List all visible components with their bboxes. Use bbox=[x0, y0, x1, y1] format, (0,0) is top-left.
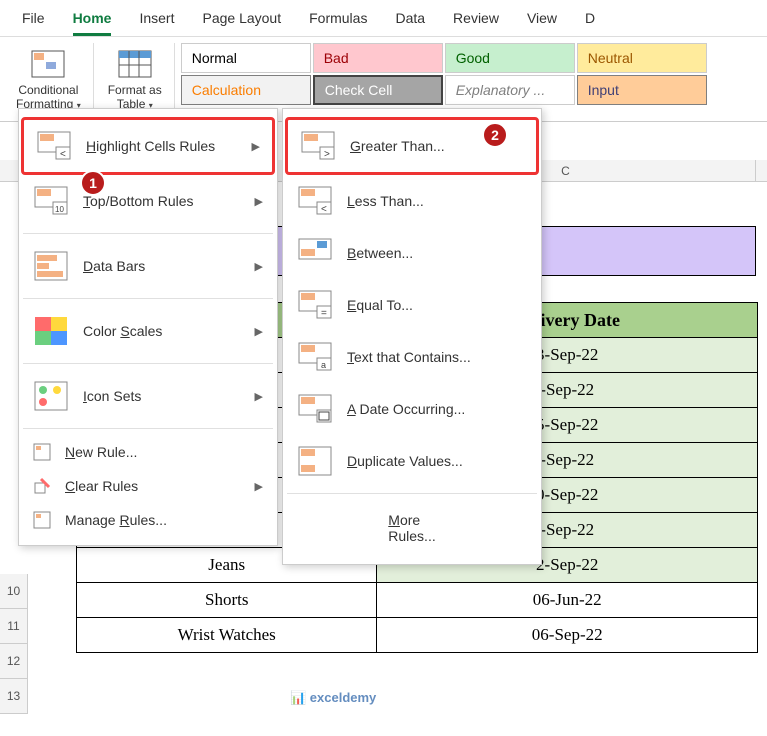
row-header[interactable]: 11 bbox=[0, 609, 28, 644]
cell[interactable]: Shorts bbox=[77, 583, 377, 618]
submenu-arrow-icon: ▶ bbox=[255, 195, 263, 208]
style-normal[interactable]: Normal bbox=[181, 43, 311, 73]
callout-1: 1 bbox=[80, 170, 106, 196]
style-good[interactable]: Good bbox=[445, 43, 575, 73]
tab-data[interactable]: Data bbox=[381, 4, 439, 32]
tab-view[interactable]: View bbox=[513, 4, 571, 32]
submenu-arrow-icon: ▶ bbox=[255, 260, 263, 273]
style-bad[interactable]: Bad bbox=[313, 43, 443, 73]
svg-text:<: < bbox=[60, 149, 66, 160]
menu-duplicate-values[interactable]: Duplicate Values... bbox=[285, 435, 539, 487]
color-scales-icon bbox=[33, 315, 69, 347]
menu-label: Duplicate Values... bbox=[347, 453, 527, 469]
highlight-cells-icon: < bbox=[36, 130, 72, 162]
menubar: File Home Insert Page Layout Formulas Da… bbox=[0, 0, 767, 37]
menu-less-than[interactable]: < Less Than... bbox=[285, 175, 539, 227]
format-as-table-icon bbox=[115, 47, 155, 81]
submenu-arrow-icon: ▶ bbox=[252, 140, 260, 153]
menu-icon-sets[interactable]: Icon Sets ▶ bbox=[21, 370, 275, 422]
top-bottom-icon: 10 bbox=[33, 185, 69, 217]
icon-sets-icon bbox=[33, 380, 69, 412]
conditional-formatting-icon bbox=[28, 47, 68, 81]
tab-review[interactable]: Review bbox=[439, 4, 513, 32]
clear-rules-icon bbox=[33, 477, 51, 495]
less-than-icon: < bbox=[297, 185, 333, 217]
cf-label: ConditionalFormatting ▾ bbox=[16, 83, 81, 111]
style-calculation[interactable]: Calculation bbox=[181, 75, 311, 105]
menu-label: Text that Contains... bbox=[347, 349, 527, 365]
tab-file[interactable]: File bbox=[8, 4, 59, 32]
duplicate-values-icon bbox=[297, 445, 333, 477]
cell[interactable]: 06-Jun-22 bbox=[377, 583, 758, 618]
menu-label: Top/Bottom Rules bbox=[83, 193, 241, 209]
menu-label: Data Bars bbox=[83, 258, 241, 274]
row-header[interactable]: 12 bbox=[0, 644, 28, 679]
menu-label: Icon Sets bbox=[83, 388, 241, 404]
greater-than-icon: > bbox=[300, 130, 336, 162]
menu-color-scales[interactable]: Color Scales ▶ bbox=[21, 305, 275, 357]
cell-styles-gallery[interactable]: Normal Bad Good Neutral Calculation Chec… bbox=[181, 43, 707, 105]
menu-clear-rules[interactable]: Clear Rules ▶ bbox=[21, 469, 275, 503]
menu-label: Less Than... bbox=[347, 193, 527, 209]
tab-page-layout[interactable]: Page Layout bbox=[188, 4, 295, 32]
menu-new-rule[interactable]: New Rule... bbox=[21, 435, 275, 469]
row-header[interactable]: 13 bbox=[0, 679, 28, 714]
menu-between[interactable]: Between... bbox=[285, 227, 539, 279]
text-contains-icon: a bbox=[297, 341, 333, 373]
manage-rules-icon bbox=[33, 511, 51, 529]
row-headers: 10 11 12 13 bbox=[0, 574, 28, 714]
submenu-arrow-icon: ▶ bbox=[255, 390, 263, 403]
menu-label: A Date Occurring... bbox=[347, 401, 527, 417]
svg-text:=: = bbox=[321, 308, 327, 319]
cell[interactable]: 06-Sep-22 bbox=[377, 618, 758, 653]
highlight-cells-submenu: > Greater Than... < Less Than... Between… bbox=[282, 108, 542, 565]
menu-label: Clear Rules bbox=[65, 478, 241, 494]
menu-label: Color Scales bbox=[83, 323, 241, 339]
menu-equal-to[interactable]: = Equal To... bbox=[285, 279, 539, 331]
menu-label: More Rules... bbox=[388, 512, 435, 544]
watermark: 📊 exceldemy bbox=[290, 690, 376, 706]
style-check-cell[interactable]: Check Cell bbox=[313, 75, 443, 105]
menu-label: Manage Rules... bbox=[65, 512, 263, 528]
conditional-formatting-menu: < Highlight Cells Rules ▶ 10 Top/Bottom … bbox=[18, 108, 278, 546]
callout-2: 2 bbox=[482, 122, 508, 148]
style-explanatory[interactable]: Explanatory ... bbox=[445, 75, 575, 105]
svg-text:a: a bbox=[321, 360, 326, 370]
style-input[interactable]: Input bbox=[577, 75, 707, 105]
style-neutral[interactable]: Neutral bbox=[577, 43, 707, 73]
menu-data-bars[interactable]: Data Bars ▶ bbox=[21, 240, 275, 292]
svg-text:>: > bbox=[324, 149, 330, 160]
svg-text:10: 10 bbox=[55, 205, 64, 214]
fat-label: Format asTable ▾ bbox=[108, 83, 162, 111]
format-as-table-button[interactable]: Format asTable ▾ bbox=[106, 45, 164, 113]
menu-label: Highlight Cells Rules bbox=[86, 138, 238, 154]
data-bars-icon bbox=[33, 250, 69, 282]
menu-label: Equal To... bbox=[347, 297, 527, 313]
menu-highlight-cells-rules[interactable]: < Highlight Cells Rules ▶ bbox=[21, 117, 275, 175]
menu-date-occurring[interactable]: A Date Occurring... bbox=[285, 383, 539, 435]
tab-home[interactable]: Home bbox=[59, 4, 126, 32]
menu-more-rules[interactable]: More Rules... bbox=[285, 500, 539, 556]
menu-text-contains[interactable]: a Text that Contains... bbox=[285, 331, 539, 383]
conditional-formatting-button[interactable]: ConditionalFormatting ▾ bbox=[14, 45, 83, 113]
cell[interactable]: Wrist Watches bbox=[77, 618, 377, 653]
equal-to-icon: = bbox=[297, 289, 333, 321]
tab-insert[interactable]: Insert bbox=[125, 4, 188, 32]
tab-formulas[interactable]: Formulas bbox=[295, 4, 381, 32]
menu-manage-rules[interactable]: Manage Rules... bbox=[21, 503, 275, 537]
between-icon bbox=[297, 237, 333, 269]
new-rule-icon bbox=[33, 443, 51, 461]
submenu-arrow-icon: ▶ bbox=[255, 480, 263, 493]
menu-label: New Rule... bbox=[65, 444, 263, 460]
svg-text:<: < bbox=[321, 204, 327, 215]
date-occurring-icon bbox=[297, 393, 333, 425]
submenu-arrow-icon: ▶ bbox=[255, 325, 263, 338]
menu-top-bottom-rules[interactable]: 10 Top/Bottom Rules ▶ bbox=[21, 175, 275, 227]
tab-d[interactable]: D bbox=[571, 4, 609, 32]
menu-label: Between... bbox=[347, 245, 527, 261]
row-header[interactable]: 10 bbox=[0, 574, 28, 609]
